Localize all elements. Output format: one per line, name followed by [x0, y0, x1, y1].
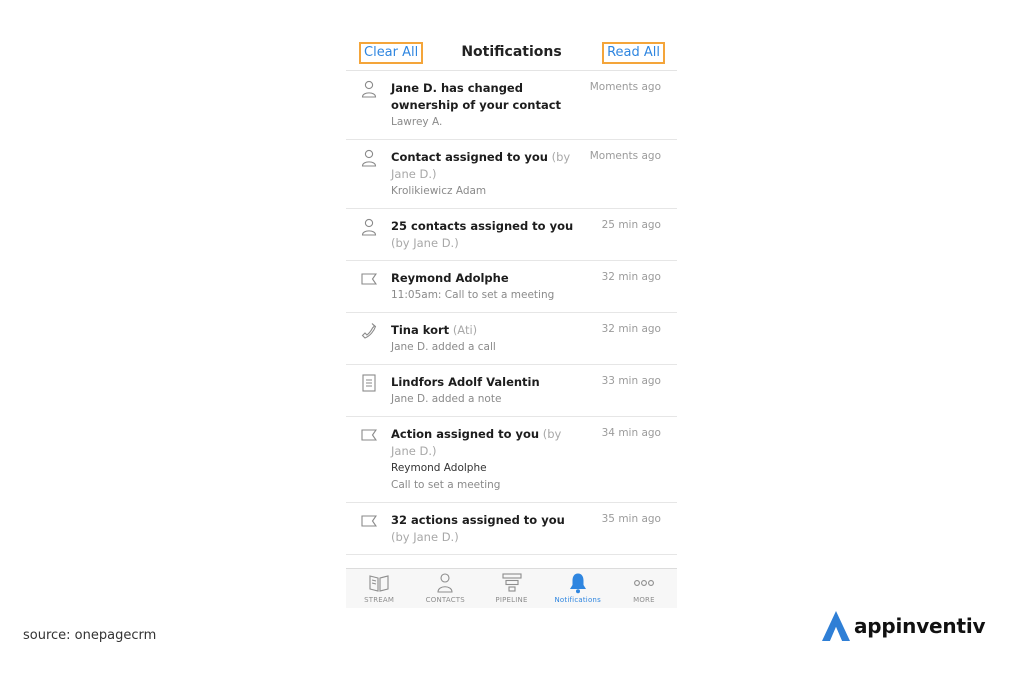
- notification-timestamp: 34 min ago: [601, 427, 661, 439]
- notification-detail: Krolikiewicz Adam: [391, 185, 487, 197]
- tab-label: STREAM: [364, 596, 395, 604]
- tab-bar: STREAM CONTACTS PIPELINE Notifications MORE: [346, 568, 677, 608]
- notification-title-line: Tina kort (Ati): [391, 322, 586, 339]
- notification-title: Contact assigned to you: [391, 150, 548, 164]
- notification-list: Jane D. has changed ownership of your co…: [346, 71, 677, 555]
- notification-content: Reymond Adolphe 11:05am: Call to set a me…: [391, 270, 586, 304]
- notification-title-line: Lindfors Adolf Valentin: [391, 374, 586, 391]
- phone-screen: Clear All Notifications Read All Jane D.…: [346, 36, 677, 608]
- flag-icon: [361, 512, 377, 530]
- notification-title: Tina kort: [391, 323, 450, 337]
- person-icon: [361, 149, 377, 167]
- notification-title: Jane D. has changed ownership of your co…: [391, 81, 562, 112]
- bell-icon: [566, 572, 590, 594]
- notification-detail: Jane D. added a call: [391, 341, 496, 353]
- read-all-button[interactable]: Read All: [602, 42, 665, 64]
- notification-title: 32 actions assigned to you: [391, 513, 565, 527]
- flag-icon: [361, 270, 377, 288]
- notification-title-line: Contact assigned to you (by Jane D.): [391, 149, 586, 183]
- phone-icon: [361, 322, 377, 340]
- notification-timestamp: 32 min ago: [601, 271, 661, 283]
- flag-icon: [361, 426, 377, 444]
- tab-label: MORE: [633, 596, 655, 604]
- notification-row[interactable]: Tina kort (Ati) Jane D. added a call 32 mi…: [346, 313, 677, 365]
- appinventiv-logo-icon: [822, 611, 850, 641]
- notification-row[interactable]: 25 contacts assigned to you (by Jane D.)…: [346, 209, 677, 261]
- brand-name: appinventiv: [854, 614, 986, 638]
- tab-contacts[interactable]: CONTACTS: [412, 569, 478, 608]
- notification-detail: Reymond Adolphe: [391, 462, 487, 474]
- notification-title: 25 contacts assigned to you: [391, 219, 574, 233]
- notification-detail: Jane D. added a note: [391, 393, 502, 405]
- navigation-bar: Clear All Notifications Read All: [346, 36, 677, 71]
- contacts-icon: [433, 572, 457, 594]
- notification-content: 32 actions assigned to you (by Jane D.): [391, 512, 586, 546]
- notification-title-line: Action assigned to you (by Jane D.): [391, 426, 586, 460]
- person-icon: [361, 218, 377, 236]
- notification-title-line: 32 actions assigned to you (by Jane D.): [391, 512, 586, 546]
- tab-label: CONTACTS: [425, 596, 465, 604]
- notification-content: Action assigned to you (by Jane D.) Reymo…: [391, 426, 586, 494]
- notification-timestamp: 35 min ago: [601, 513, 661, 525]
- notification-content: Contact assigned to you (by Jane D.) Krol…: [391, 149, 586, 200]
- notification-timestamp: Moments ago: [589, 81, 661, 93]
- notification-title-line: Jane D. has changed ownership of your co…: [391, 80, 586, 114]
- tab-more[interactable]: MORE: [611, 569, 677, 608]
- notification-by: (by Jane D.): [391, 530, 459, 544]
- notification-detail: Lawrey A.: [391, 116, 443, 128]
- notification-content: Lindfors Adolf Valentin Jane D. added a n…: [391, 374, 586, 408]
- screen: Clear All Notifications Read All Jane D.…: [0, 0, 1024, 680]
- tab-notifications[interactable]: Notifications: [545, 569, 611, 608]
- notification-title-line: 25 contacts assigned to you (by Jane D.): [391, 218, 586, 252]
- notification-timestamp: 32 min ago: [601, 323, 661, 335]
- notification-title: Action assigned to you: [391, 427, 540, 441]
- notification-row[interactable]: Jane D. has changed ownership of your co…: [346, 71, 677, 140]
- notification-by: (Ati): [452, 323, 478, 337]
- notification-row[interactable]: Action assigned to you (by Jane D.) Reymo…: [346, 417, 677, 503]
- notification-timestamp: 33 min ago: [601, 375, 661, 387]
- tab-label: PIPELINE: [495, 596, 528, 604]
- brand-logo: appinventiv: [820, 608, 986, 644]
- notification-row[interactable]: Contact assigned to you (by Jane D.) Krol…: [346, 140, 677, 209]
- notification-timestamp: 25 min ago: [601, 219, 661, 231]
- notification-title: Reymond Adolphe: [391, 271, 509, 285]
- notification-content: Tina kort (Ati) Jane D. added a call: [391, 322, 586, 356]
- notification-content: Jane D. has changed ownership of your co…: [391, 80, 586, 131]
- notification-row[interactable]: Lindfors Adolf Valentin Jane D. added a n…: [346, 365, 677, 417]
- person-icon: [361, 80, 377, 98]
- notification-detail: Call to set a meeting: [391, 479, 501, 491]
- notification-timestamp: Moments ago: [589, 150, 661, 162]
- notification-content: 25 contacts assigned to you (by Jane D.): [391, 218, 586, 252]
- notification-by: (by Jane D.): [391, 236, 459, 250]
- notification-title-line: Reymond Adolphe: [391, 270, 586, 287]
- pipeline-icon: [500, 572, 524, 594]
- tab-label: Notifications: [554, 596, 601, 604]
- stream-icon: [367, 572, 391, 594]
- notification-title: Lindfors Adolf Valentin: [391, 375, 540, 389]
- notification-row[interactable]: 32 actions assigned to you (by Jane D.) 3…: [346, 503, 677, 555]
- notification-row[interactable]: Reymond Adolphe 11:05am: Call to set a me…: [346, 261, 677, 313]
- source-caption: source: onepagecrm: [23, 628, 157, 643]
- note-icon: [361, 374, 377, 392]
- tab-pipeline[interactable]: PIPELINE: [478, 569, 544, 608]
- more-icon: [632, 572, 656, 594]
- tab-stream[interactable]: STREAM: [346, 569, 412, 608]
- notification-detail: 11:05am: Call to set a meeting: [391, 289, 555, 301]
